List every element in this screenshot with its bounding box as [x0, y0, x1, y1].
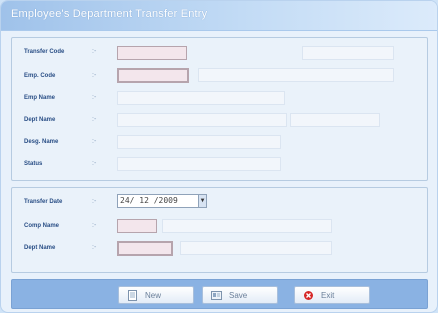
exit-button-label: Exit [321, 291, 335, 300]
exit-icon [304, 291, 313, 300]
colon: :- [92, 222, 97, 229]
emp-code-label: Emp. Code [24, 73, 56, 79]
transfer-date-value: 24/ 12 /2009 [120, 196, 178, 205]
colon: :- [92, 160, 97, 167]
desg-name-label: Desg. Name [24, 139, 59, 145]
colon: :- [92, 116, 97, 123]
save-button[interactable]: Save [202, 286, 278, 304]
new-button-label: New [145, 291, 162, 300]
dept-name-label: Dept Name [24, 117, 56, 123]
new-button[interactable]: New [118, 286, 194, 304]
transfer-date-label: Transfer Date [24, 199, 63, 205]
comp-code-field[interactable] [117, 219, 157, 233]
transfer-code-field[interactable] [117, 46, 187, 60]
status-field[interactable] [117, 157, 281, 171]
colon: :- [92, 72, 97, 79]
transfer-details-panel: Transfer Date :- 24/ 12 /2009 ▼ Comp Nam… [11, 187, 428, 273]
window-title: Employee's Department Transfer Entry [11, 8, 208, 20]
new-dept-code-field[interactable] [117, 241, 173, 256]
save-button-label: Save [229, 291, 248, 300]
new-document-icon [128, 290, 137, 301]
button-bar: New Save Exit [11, 279, 428, 309]
emp-code-field[interactable] [117, 68, 189, 83]
colon: :- [92, 138, 97, 145]
emp-name-field[interactable] [117, 91, 285, 105]
transfer-entry-window: Employee's Department Transfer Entry Tra… [0, 0, 438, 313]
desg-name-field[interactable] [117, 135, 281, 149]
dept-code-field[interactable] [290, 113, 380, 127]
comp-name-label: Comp Name [24, 223, 60, 229]
save-document-icon [211, 291, 222, 300]
calendar-dropdown-icon[interactable]: ▼ [198, 195, 206, 207]
colon: :- [92, 198, 97, 205]
status-label: Status [24, 161, 43, 167]
dept-name-field[interactable] [117, 113, 287, 127]
transfer-date-picker[interactable]: 24/ 12 /2009 ▼ [117, 194, 207, 208]
transfer-code-label: Transfer Code [24, 49, 65, 55]
transfer-code-extra-field[interactable] [302, 46, 394, 60]
employee-details-panel: Transfer Code :- Emp. Code :- Emp Name :… [11, 37, 428, 181]
colon: :- [92, 94, 97, 101]
title-bar: Employee's Department Transfer Entry [1, 1, 437, 31]
new-dept-name-field[interactable] [180, 241, 332, 255]
comp-name-field[interactable] [162, 219, 332, 233]
colon: :- [92, 244, 97, 251]
emp-name-label: Emp Name [24, 95, 56, 101]
new-dept-name-label: Dept Name [24, 245, 56, 251]
emp-code-description-field[interactable] [198, 68, 394, 82]
exit-button[interactable]: Exit [294, 286, 370, 304]
colon: :- [92, 48, 97, 55]
